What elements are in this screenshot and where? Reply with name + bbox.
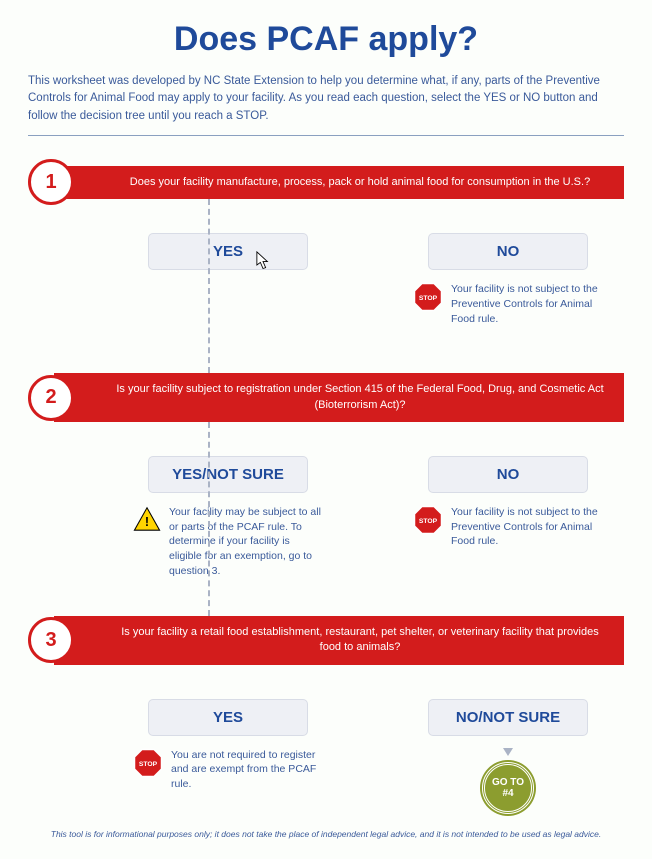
question-2: 2 Is your facility subject to registrati…	[28, 373, 624, 422]
answer-2-no: NO STOP Your facility is not subject to …	[408, 456, 608, 616]
footer-disclaimer: This tool is for informational purposes …	[28, 829, 624, 839]
yes-button-2[interactable]: YES/NOT SURE	[148, 456, 308, 493]
question-number-1: 1	[28, 159, 74, 205]
goto-line1: GO TO	[492, 777, 524, 788]
answer-3-yes: YES STOP You are not required to registe…	[128, 699, 328, 819]
outcome-2-no: STOP Your facility is not subject to the…	[413, 505, 603, 549]
answer-1-no: NO STOP Your facility is not subject to …	[408, 233, 608, 373]
svg-text:STOP: STOP	[419, 295, 438, 302]
answer-2-yes: YES/NOT SURE ! Your facility may be subj…	[128, 456, 328, 616]
yes-button-1[interactable]: YES	[148, 233, 308, 270]
answers-3: YES STOP You are not required to registe…	[128, 699, 624, 819]
stop-icon: STOP	[413, 282, 443, 312]
question-bar-3: Is your facility a retail food establish…	[54, 616, 624, 665]
svg-text:STOP: STOP	[139, 761, 158, 768]
connector-q2-yes	[208, 422, 210, 616]
answers-1: YES NO STOP Your facility is not subject…	[128, 233, 624, 373]
stop-icon: STOP	[133, 748, 163, 778]
question-bar-2: Is your facility subject to registration…	[54, 373, 624, 422]
page-title: Does PCAF apply?	[28, 20, 624, 59]
connector-q1-yes	[208, 199, 210, 373]
worksheet: Does PCAF apply? This worksheet was deve…	[28, 20, 624, 839]
no-button-2[interactable]: NO	[428, 456, 588, 493]
goto-4-badge[interactable]: GO TO #4	[482, 762, 534, 814]
intro-text: This worksheet was developed by NC State…	[28, 73, 624, 136]
outcome-2-yes-text: Your facility may be subject to all or p…	[169, 505, 323, 578]
svg-text:!: !	[145, 515, 149, 529]
question-1: 1 Does your facility manufacture, proces…	[28, 166, 624, 199]
question-3: 3 Is your facility a retail food establi…	[28, 616, 624, 665]
question-bar-1: Does your facility manufacture, process,…	[54, 166, 624, 199]
question-number-3: 3	[28, 617, 74, 663]
outcome-1-no-text: Your facility is not subject to the Prev…	[451, 282, 603, 326]
outcome-2-yes: ! Your facility may be subject to all or…	[133, 505, 323, 578]
yes-button-3[interactable]: YES	[148, 699, 308, 736]
outcome-1-no: STOP Your facility is not subject to the…	[413, 282, 603, 326]
question-number-2: 2	[28, 375, 74, 421]
outcome-3-yes: STOP You are not required to register an…	[133, 748, 323, 792]
no-button-1[interactable]: NO	[428, 233, 588, 270]
outcome-2-no-text: Your facility is not subject to the Prev…	[451, 505, 603, 549]
goto-line2: #4	[502, 788, 513, 799]
no-button-3[interactable]: NO/NOT SURE	[428, 699, 588, 736]
outcome-3-yes-text: You are not required to register and are…	[171, 748, 323, 792]
answer-3-no: NO/NOT SURE GO TO #4	[408, 699, 608, 819]
answer-1-yes: YES	[128, 233, 328, 373]
arrow-down-icon	[503, 748, 513, 756]
stop-icon: STOP	[413, 505, 443, 535]
svg-text:STOP: STOP	[419, 518, 438, 525]
warning-icon: !	[133, 505, 161, 533]
answers-2: YES/NOT SURE ! Your facility may be subj…	[128, 456, 624, 616]
